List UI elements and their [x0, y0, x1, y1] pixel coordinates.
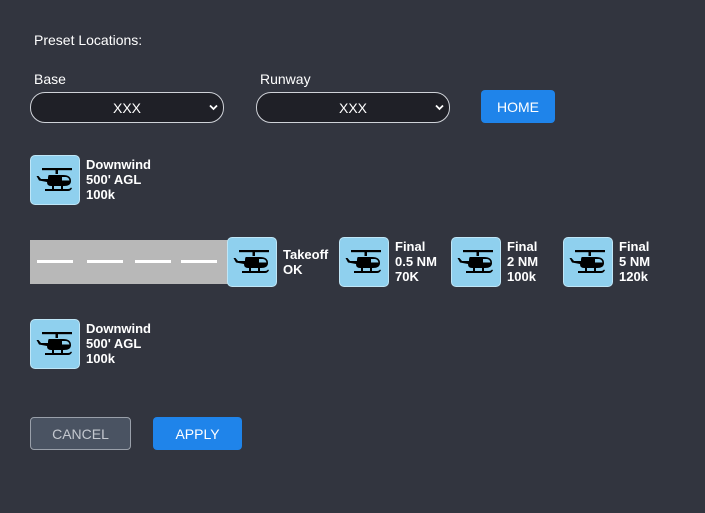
info-line: Final — [619, 239, 650, 254]
info-line: 500' AGL — [86, 172, 142, 187]
preset-takeoff-button[interactable] — [227, 237, 277, 287]
chevron-down-icon — [209, 104, 218, 111]
info-line: 5 NM — [619, 254, 651, 269]
preset-final-2nm-info: Final 2 NM 100k — [507, 239, 538, 284]
info-line: 0.5 NM — [395, 254, 437, 269]
helicopter-icon — [232, 249, 272, 275]
info-line: Final — [507, 239, 538, 254]
info-line: 2 NM — [507, 254, 539, 269]
preset-downwind-bottom-info: Downwind 500' AGL 100k — [86, 321, 151, 366]
runway-centerline-dash — [181, 260, 217, 263]
preset-downwind-top-info: Downwind 500' AGL 100k — [86, 157, 151, 202]
runway-centerline-dash — [37, 260, 73, 263]
chevron-down-icon — [435, 104, 444, 111]
preset-final-2nm-button[interactable] — [451, 237, 501, 287]
helicopter-icon — [568, 249, 608, 275]
info-line: Downwind — [86, 157, 151, 172]
runway-graphic — [30, 240, 228, 284]
helicopter-icon — [344, 249, 384, 275]
helicopter-icon — [456, 249, 496, 275]
preset-takeoff-info: Takeoff OK — [283, 247, 328, 277]
preset-final-0-5nm-info: Final 0.5 NM 70K — [395, 239, 437, 284]
apply-button[interactable]: APPLY — [153, 417, 242, 450]
page-heading: Preset Locations: — [34, 32, 143, 48]
runway-select[interactable]: XXX — [256, 92, 450, 123]
info-line: 120k — [619, 269, 648, 284]
runway-label: Runway — [260, 71, 311, 87]
preset-final-5nm-button[interactable] — [563, 237, 613, 287]
info-line: 70K — [395, 269, 419, 284]
info-line: Final — [395, 239, 426, 254]
info-line: Takeoff — [283, 247, 329, 262]
info-line: 100k — [507, 269, 536, 284]
runway-centerline-dash — [87, 260, 123, 263]
helicopter-icon — [35, 331, 75, 357]
preset-downwind-bottom-button[interactable] — [30, 319, 80, 369]
runway-centerline-dash — [135, 260, 171, 263]
info-line: OK — [283, 262, 303, 277]
preset-final-0-5nm-button[interactable] — [339, 237, 389, 287]
info-line: 500' AGL — [86, 336, 142, 351]
helicopter-icon — [35, 167, 75, 193]
preset-downwind-top-button[interactable] — [30, 155, 80, 205]
cancel-button[interactable]: CANCEL — [30, 417, 131, 450]
base-select[interactable]: XXX — [30, 92, 224, 123]
base-select-value: XXX — [112, 99, 141, 116]
home-button[interactable]: HOME — [481, 90, 555, 123]
info-line: 100k — [86, 351, 115, 366]
info-line: Downwind — [86, 321, 151, 336]
runway-select-value: XXX — [338, 99, 367, 116]
base-label: Base — [34, 71, 66, 87]
info-line: 100k — [86, 187, 115, 202]
preset-final-5nm-info: Final 5 NM 120k — [619, 239, 650, 284]
